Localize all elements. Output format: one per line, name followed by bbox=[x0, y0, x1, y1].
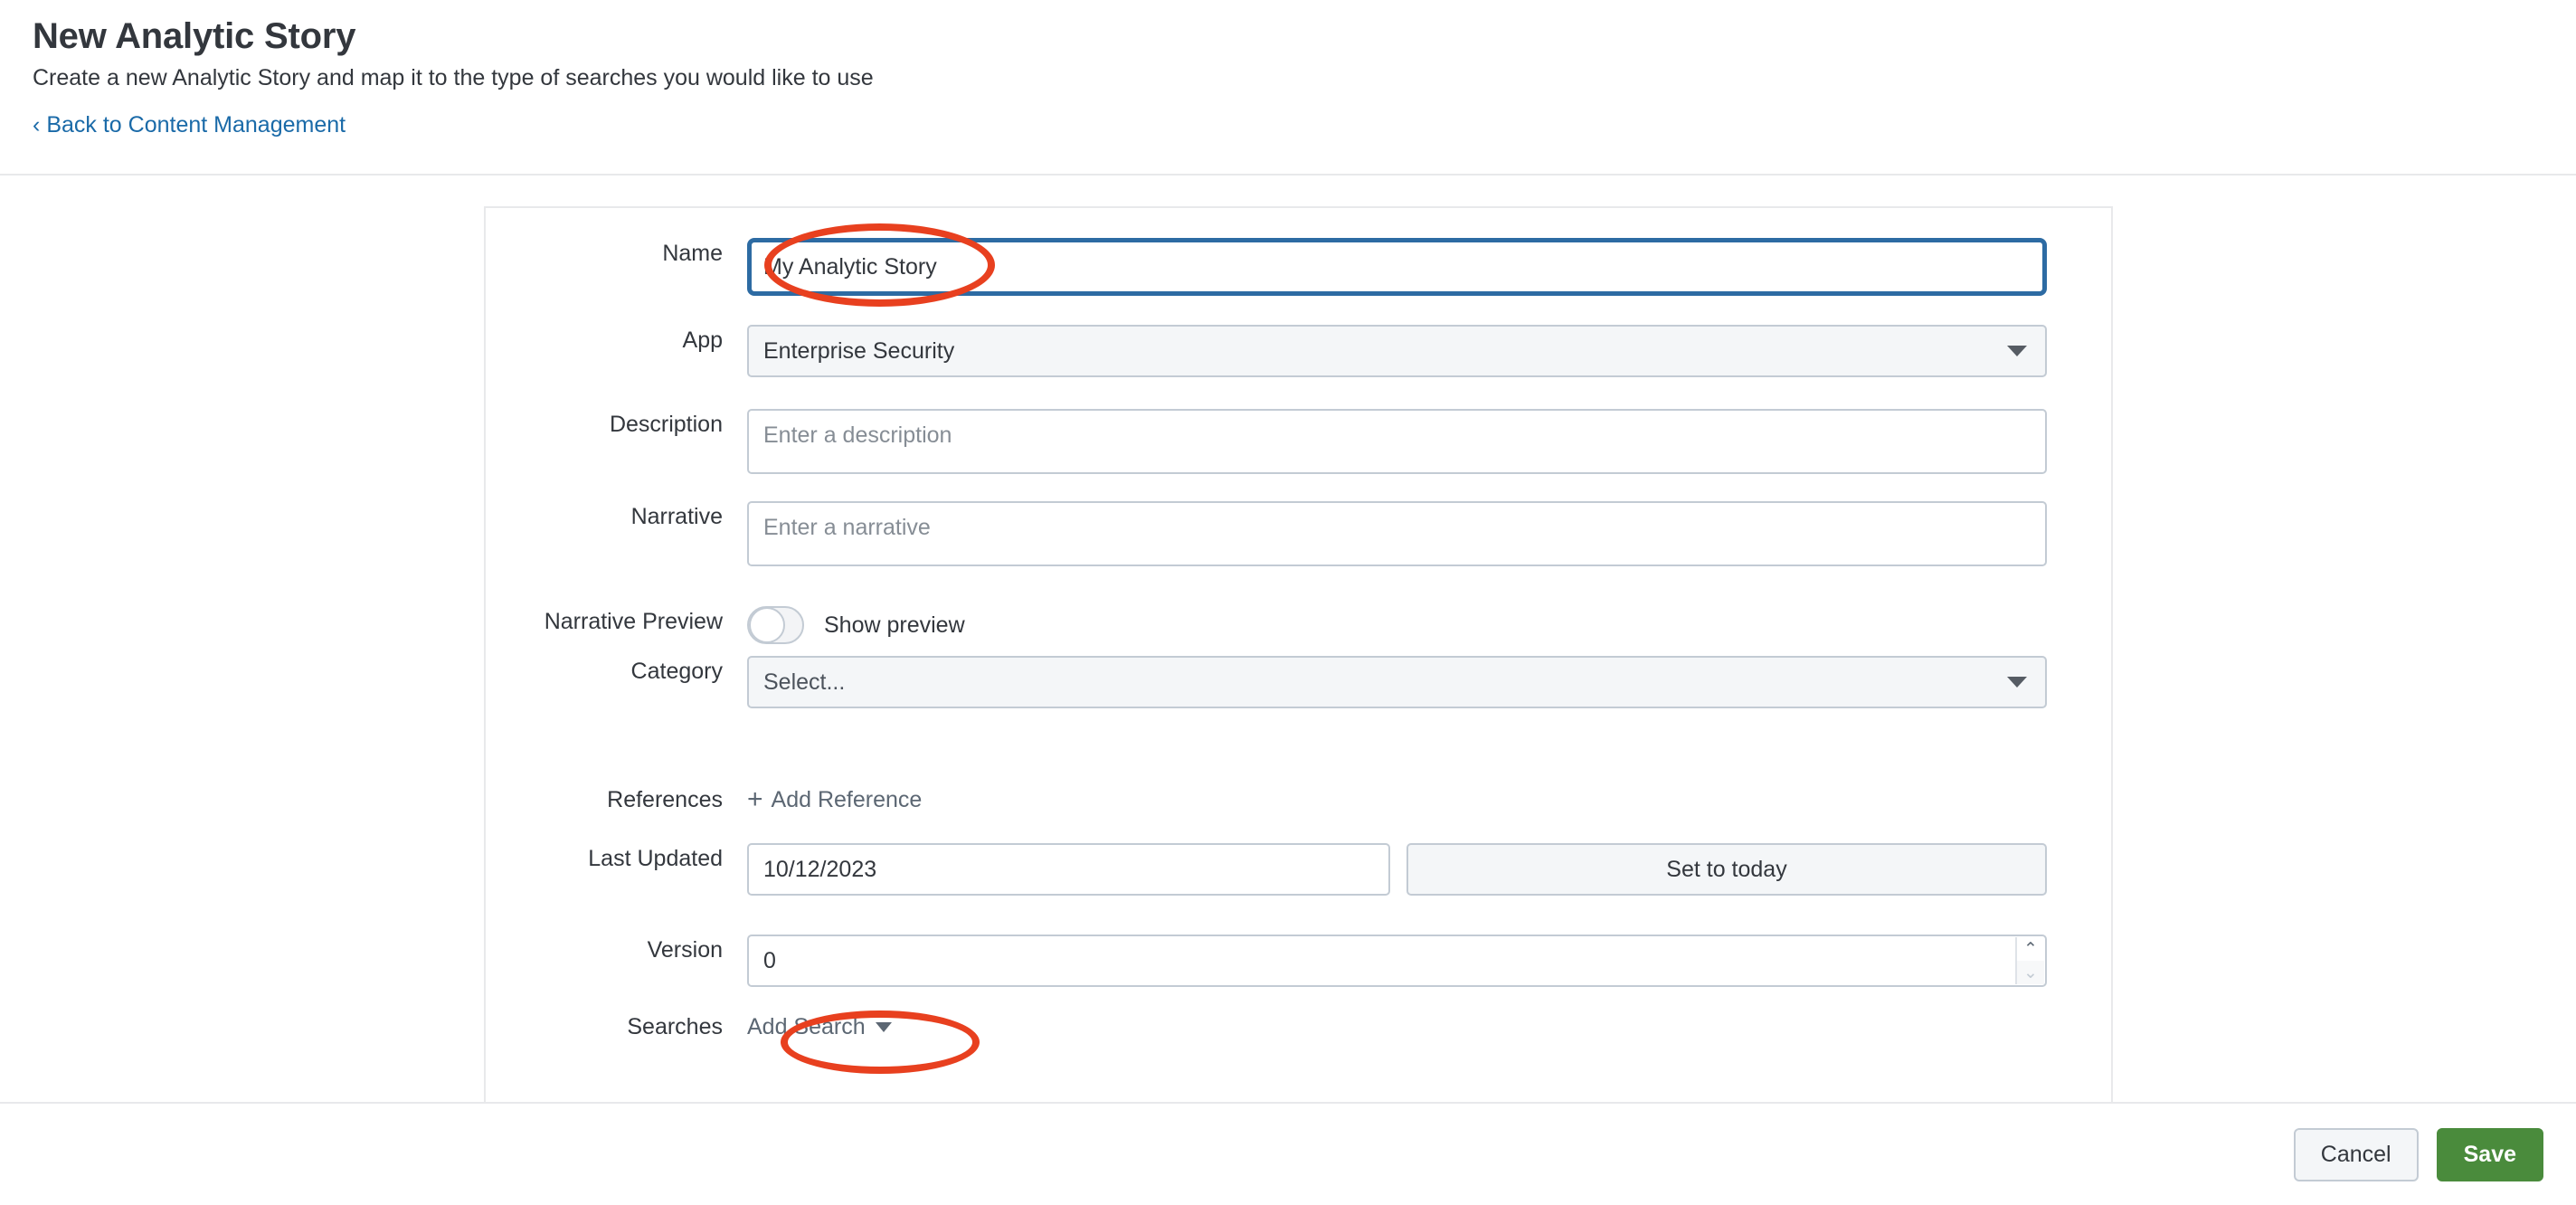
form-row-app: App Enterprise Security bbox=[486, 325, 2115, 377]
show-preview-label: Show preview bbox=[824, 606, 965, 644]
version-increment-button[interactable]: ⌃ bbox=[2017, 937, 2044, 961]
plus-icon: + bbox=[747, 786, 763, 813]
form-row-narrative-preview: Narrative Preview Show preview bbox=[486, 606, 2115, 644]
narrative-preview-toggle-wrap: Show preview bbox=[747, 606, 2115, 644]
version-label: Version bbox=[486, 935, 747, 965]
category-label: Category bbox=[486, 656, 747, 687]
page-subtitle: Create a new Analytic Story and map it t… bbox=[33, 62, 2576, 94]
narrative-input[interactable] bbox=[747, 501, 2047, 566]
name-input[interactable] bbox=[747, 238, 2047, 296]
description-input[interactable] bbox=[747, 409, 2047, 474]
form-row-narrative: Narrative bbox=[486, 501, 2115, 566]
references-label: References bbox=[486, 784, 747, 815]
app-label: App bbox=[486, 325, 747, 356]
searches-label: Searches bbox=[486, 1011, 747, 1042]
last-updated-control: Set to today bbox=[747, 843, 2115, 896]
version-stepper: ⌃ ⌄ bbox=[747, 935, 2047, 987]
back-to-content-management-link[interactable]: ‹ Back to Content Management bbox=[33, 112, 346, 138]
form-row-description: Description bbox=[486, 409, 2115, 474]
chevron-down-icon bbox=[2007, 346, 2027, 356]
last-updated-wrap: Set to today bbox=[747, 843, 2115, 896]
version-stepper-buttons: ⌃ ⌄ bbox=[2015, 937, 2044, 984]
add-reference-label: Add Reference bbox=[772, 784, 923, 815]
app-dropdown-value: Enterprise Security bbox=[763, 338, 954, 365]
form-row-last-updated: Last Updated Set to today bbox=[486, 843, 2115, 896]
description-label: Description bbox=[486, 409, 747, 440]
category-control: Select... bbox=[747, 656, 2115, 708]
form-row-searches: Searches Add Search bbox=[486, 1011, 2115, 1042]
description-control bbox=[747, 409, 2115, 474]
chevron-down-icon bbox=[2007, 677, 2027, 688]
narrative-label: Narrative bbox=[486, 501, 747, 532]
add-search-label: Add Search bbox=[747, 1011, 866, 1042]
last-updated-label: Last Updated bbox=[486, 843, 747, 874]
toggle-knob bbox=[749, 607, 785, 643]
name-label: Name bbox=[486, 238, 747, 269]
form-row-references: References + Add Reference bbox=[486, 784, 2115, 815]
last-updated-input[interactable] bbox=[747, 843, 1390, 896]
chevron-down-icon bbox=[876, 1022, 892, 1032]
category-dropdown-value: Select... bbox=[763, 669, 845, 696]
save-button[interactable]: Save bbox=[2437, 1128, 2543, 1181]
name-control bbox=[747, 238, 2115, 296]
page-title: New Analytic Story bbox=[33, 13, 2576, 60]
footer-action-bar: Cancel Save bbox=[0, 1102, 2576, 1205]
page-root: New Analytic Story Create a new Analytic… bbox=[0, 0, 2576, 1205]
form-row-name: Name bbox=[486, 238, 2115, 296]
chevron-left-icon: ‹ bbox=[33, 114, 40, 137]
back-link-label: Back to Content Management bbox=[46, 112, 346, 138]
page-header: New Analytic Story Create a new Analytic… bbox=[0, 0, 2576, 176]
version-input[interactable] bbox=[747, 935, 2047, 987]
narrative-control bbox=[747, 501, 2115, 566]
set-to-today-button[interactable]: Set to today bbox=[1406, 843, 2047, 896]
cancel-button[interactable]: Cancel bbox=[2294, 1128, 2419, 1181]
narrative-preview-label: Narrative Preview bbox=[486, 606, 747, 637]
form-card: Name App Enterprise Security Description bbox=[484, 206, 2113, 1102]
searches-control: Add Search bbox=[747, 1011, 2115, 1042]
narrative-preview-control: Show preview bbox=[747, 606, 2115, 644]
form-row-category: Category Select... bbox=[486, 656, 2115, 708]
version-control: ⌃ ⌄ bbox=[747, 935, 2115, 987]
add-reference-button[interactable]: + Add Reference bbox=[747, 784, 922, 815]
app-dropdown[interactable]: Enterprise Security bbox=[747, 325, 2047, 377]
show-preview-toggle[interactable] bbox=[747, 606, 804, 644]
version-decrement-button[interactable]: ⌄ bbox=[2017, 961, 2044, 984]
category-dropdown[interactable]: Select... bbox=[747, 656, 2047, 708]
add-search-dropdown-button[interactable]: Add Search bbox=[747, 1011, 892, 1042]
form-row-version: Version ⌃ ⌄ bbox=[486, 935, 2115, 987]
references-control: + Add Reference bbox=[747, 784, 2115, 815]
app-control: Enterprise Security bbox=[747, 325, 2115, 377]
